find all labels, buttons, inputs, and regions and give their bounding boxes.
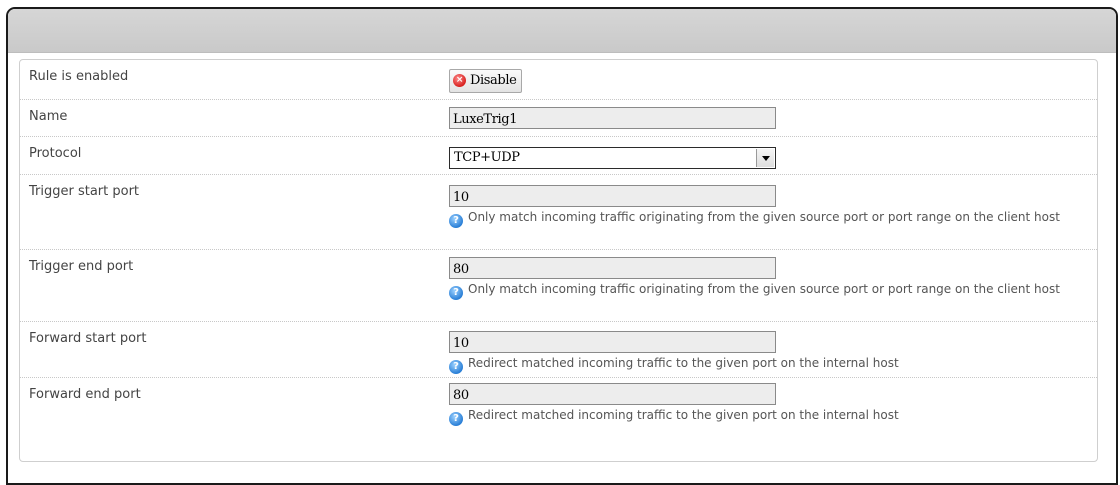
forward-start-port-label: Forward start port xyxy=(29,331,147,346)
window-title-bar xyxy=(8,9,1116,53)
trigger-end-port-hint-text: Only match incoming traffic originating … xyxy=(468,282,1060,296)
trigger-start-port-hint: ? Only match incoming traffic originating… xyxy=(449,209,1079,228)
help-icon: ? xyxy=(449,214,463,228)
forward-end-port-input[interactable] xyxy=(449,383,776,405)
forward-start-port-hint: ? Redirect matched incoming traffic to th… xyxy=(449,355,1079,374)
trigger-start-port-label: Trigger start port xyxy=(29,184,140,199)
trigger-end-port-input[interactable] xyxy=(449,257,776,279)
row-name: Name xyxy=(20,100,1097,137)
disable-button[interactable]: × Disable xyxy=(449,68,523,93)
dropdown-arrow-icon[interactable] xyxy=(756,149,774,167)
rule-settings-panel: Rule is enabled × Disable Name Protocol … xyxy=(19,59,1098,462)
trigger-end-port-label: Trigger end port xyxy=(29,259,134,274)
disable-button-label: Disable xyxy=(470,73,517,88)
row-trigger-end-port: Trigger end port ? Only match incoming tr… xyxy=(20,250,1097,322)
trigger-end-port-hint: ? Only match incoming traffic originating… xyxy=(449,281,1079,300)
rule-enabled-label: Rule is enabled xyxy=(29,69,129,84)
help-icon: ? xyxy=(449,412,463,426)
protocol-selected-value: TCP+UDP xyxy=(454,150,520,165)
trigger-start-port-input[interactable] xyxy=(449,185,776,207)
row-forward-end-port: Forward end port ? Redirect matched incom… xyxy=(20,378,1097,458)
name-label: Name xyxy=(29,109,68,124)
help-icon: ? xyxy=(449,360,463,374)
disable-x-icon: × xyxy=(453,74,466,87)
row-protocol: Protocol TCP+UDP xyxy=(20,137,1097,175)
forward-end-port-label: Forward end port xyxy=(29,387,141,402)
row-forward-start-port: Forward start port ? Redirect matched inc… xyxy=(20,322,1097,378)
name-input[interactable] xyxy=(449,107,776,129)
forward-start-port-input[interactable] xyxy=(449,331,776,353)
protocol-select[interactable]: TCP+UDP xyxy=(449,147,776,169)
trigger-start-port-hint-text: Only match incoming traffic originating … xyxy=(468,210,1060,224)
protocol-label: Protocol xyxy=(29,146,82,161)
forward-start-port-hint-text: Redirect matched incoming traffic to the… xyxy=(468,356,899,370)
help-icon: ? xyxy=(449,286,463,300)
forward-end-port-hint-text: Redirect matched incoming traffic to the… xyxy=(468,408,899,422)
row-trigger-start-port: Trigger start port ? Only match incoming … xyxy=(20,175,1097,250)
row-rule-enabled: Rule is enabled × Disable xyxy=(20,60,1097,100)
forward-end-port-hint: ? Redirect matched incoming traffic to th… xyxy=(449,407,1079,426)
